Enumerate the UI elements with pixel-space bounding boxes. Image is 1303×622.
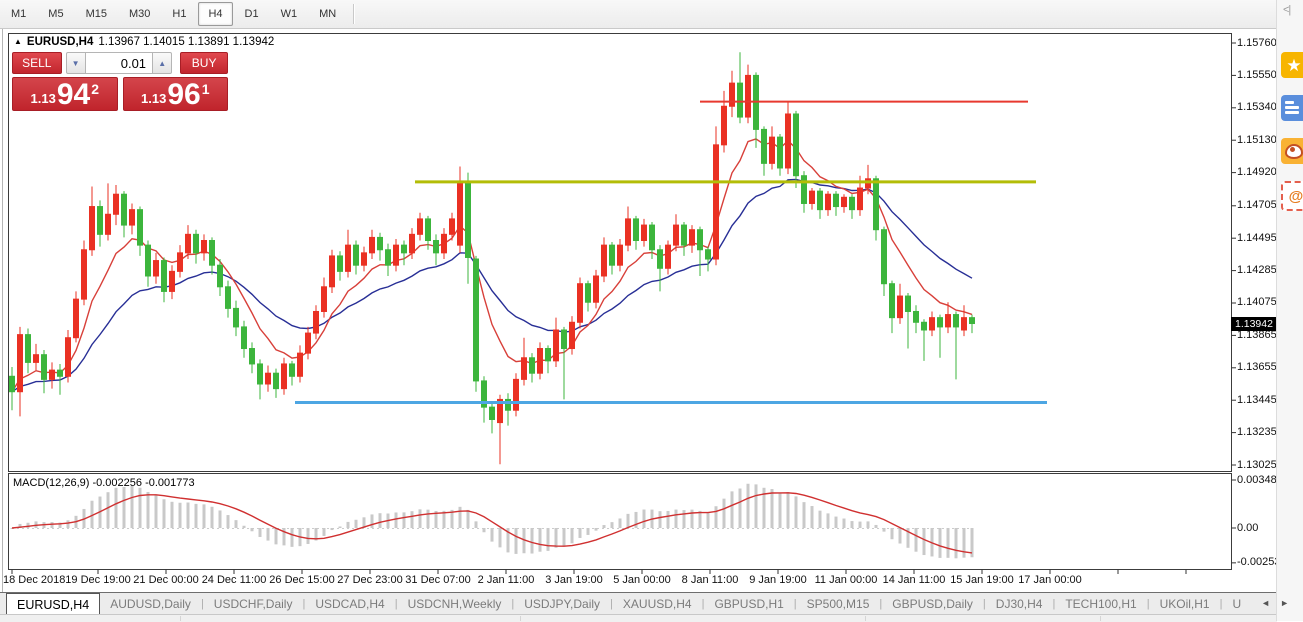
ask-pip-digit: 1 [202,82,210,96]
ime-indicator: <| [1283,4,1290,16]
date-tick-label: 14 Jan 11:00 [883,574,946,586]
tab-gbpusd-daily[interactable]: GBPUSD,Daily [882,593,983,615]
volume-decrease-button[interactable]: ▼ [66,52,86,74]
macd-tick-label: 0.00 [1237,522,1258,534]
window-left-border [2,28,3,614]
tab-usdchf-daily[interactable]: USDCHF,Daily [204,593,303,615]
volume-input[interactable]: 0.01 [86,52,152,74]
tab-sp500-m15[interactable]: SP500,M15 [797,593,880,615]
ask-prefix: 1.13 [141,92,166,105]
price-tick-label: 1.13865 [1237,329,1277,341]
volume-increase-button[interactable]: ▲ [152,52,172,74]
date-tick-label: 17 Jan 00:00 [1018,574,1082,586]
tab-audusd-daily[interactable]: AUDUSD,Daily [100,593,201,615]
price-tick-label: 1.15340 [1237,101,1277,113]
tab-tech100-h1[interactable]: TECH100,H1 [1055,593,1146,615]
sell-button[interactable]: SELL [12,52,62,74]
date-tick-label: 27 Dec 23:00 [337,574,402,586]
bid-pip-digit: 2 [91,82,99,96]
timeframe-button-m1[interactable]: M1 [1,2,36,26]
date-tick-label: 24 Dec 11:00 [202,574,267,586]
news-line [1285,106,1299,109]
macd-indicator-label: MACD(12,26,9) -0.002256 -0.001773 [13,477,195,489]
tab-xauusd-h4[interactable]: XAUUSD,H4 [613,593,702,615]
price-tick-label: 1.15550 [1237,69,1277,81]
chart-title: ▲ EURUSD,H4 1.13967 1.14015 1.13891 1.13… [14,36,274,48]
star-icon[interactable]: ★ [1281,52,1303,78]
timeframe-button-h4[interactable]: H4 [198,2,232,26]
at-glyph: @ [1289,188,1303,205]
desktop-strip: <| ★ @ [1276,0,1303,621]
date-tick-label: 21 Dec 00:00 [133,574,198,586]
status-divider [1100,616,1101,621]
date-tick-label: 26 Dec 15:00 [269,574,334,586]
tab-u[interactable]: U [1222,593,1251,615]
tab-scroll-arrows: ◄ ► [1261,592,1289,614]
buy-button[interactable]: BUY [180,52,228,74]
weibo-icon[interactable] [1281,138,1303,164]
mention-icon[interactable]: @ [1281,181,1303,211]
status-divider [865,616,866,621]
weibo-eye [1285,144,1303,159]
date-tick-label: 9 Jan 19:00 [749,574,807,586]
macd-tick-label: -0.00253 [1237,556,1280,568]
price-tick-label: 1.14705 [1237,199,1277,211]
symbol-title: EURUSD,H4 [27,36,93,48]
price-tick-label: 1.14075 [1237,296,1277,308]
timeframe-toolbar: M1M5M15M30H1H4D1W1MN [0,0,1280,29]
one-click-trade-panel: SELL ▼ 0.01 ▲ BUY 1.13 94 2 1.13 96 1 [12,52,228,111]
status-divider [180,616,181,621]
timeframe-button-w1[interactable]: W1 [271,2,308,26]
toolbar-separator [353,4,354,24]
timeframe-button-m5[interactable]: M5 [38,2,73,26]
timeframe-button-d1[interactable]: D1 [235,2,269,26]
price-tick-label: 1.15130 [1237,134,1277,146]
tab-dj30-h4[interactable]: DJ30,H4 [986,593,1053,615]
current-price-badge: 1.13942 [1231,317,1276,331]
news-icon[interactable] [1281,95,1303,121]
bid-big-digits: 94 [57,81,90,108]
date-tick-label: 15 Jan 19:00 [950,574,1014,586]
date-tick-label: 31 Dec 07:00 [405,574,470,586]
mt4-trading-screen: { "toolbar": { "timeframes": ["M1","M5",… [0,0,1303,621]
date-tick-label: 19 Dec 19:00 [65,574,130,586]
date-tick-label: 11 Jan 00:00 [815,574,878,586]
bid-prefix: 1.13 [31,92,56,105]
ask-quote-button[interactable]: 1.13 96 1 [123,77,229,111]
tab-ukoil-h1[interactable]: UKOil,H1 [1150,593,1220,615]
timeframe-button-h1[interactable]: H1 [162,2,196,26]
price-tick-label: 1.14285 [1237,264,1277,276]
news-line [1285,101,1294,104]
tab-usdcnh-weekly[interactable]: USDCNH,Weekly [398,593,512,615]
price-tick-label: 1.13655 [1237,361,1277,373]
ohlc-values: 1.13967 1.14015 1.13891 1.13942 [98,36,274,48]
status-divider [520,616,521,621]
symbol-tabbar: EURUSD,H4AUDUSD,Daily|USDCHF,Daily|USDCA… [0,592,1277,615]
price-tick-label: 1.14495 [1237,232,1277,244]
news-line [1285,111,1299,114]
price-tick-label: 1.13445 [1237,394,1277,406]
date-tick-label: 18 Dec 2018 [3,574,65,586]
tab-scroll-left-icon[interactable]: ◄ [1261,598,1270,608]
bid-quote-button[interactable]: 1.13 94 2 [12,77,118,111]
price-tick-label: 1.14920 [1237,166,1277,178]
timeframe-button-m30[interactable]: M30 [119,2,160,26]
star-glyph: ★ [1286,57,1301,74]
price-tick-label: 1.13025 [1237,459,1277,471]
tab-gbpusd-h1[interactable]: GBPUSD,H1 [704,593,793,615]
tab-usdcad-h4[interactable]: USDCAD,H4 [305,593,394,615]
date-tick-label: 8 Jan 11:00 [682,574,739,586]
tab-eurusd-h4[interactable]: EURUSD,H4 [6,593,100,615]
date-tick-label: 5 Jan 00:00 [613,574,671,586]
ask-big-digits: 96 [167,81,200,108]
collapse-triangle-icon[interactable]: ▲ [14,37,22,46]
price-tick-label: 1.15760 [1237,37,1277,49]
timeframe-button-m15[interactable]: M15 [76,2,117,26]
date-tick-label: 3 Jan 19:00 [545,574,603,586]
tab-usdjpy-daily[interactable]: USDJPY,Daily [514,593,610,615]
price-tick-label: 1.13235 [1237,426,1277,438]
date-tick-label: 2 Jan 11:00 [478,574,535,586]
tab-scroll-right-icon[interactable]: ► [1280,598,1289,608]
timeframe-button-mn[interactable]: MN [309,2,346,26]
